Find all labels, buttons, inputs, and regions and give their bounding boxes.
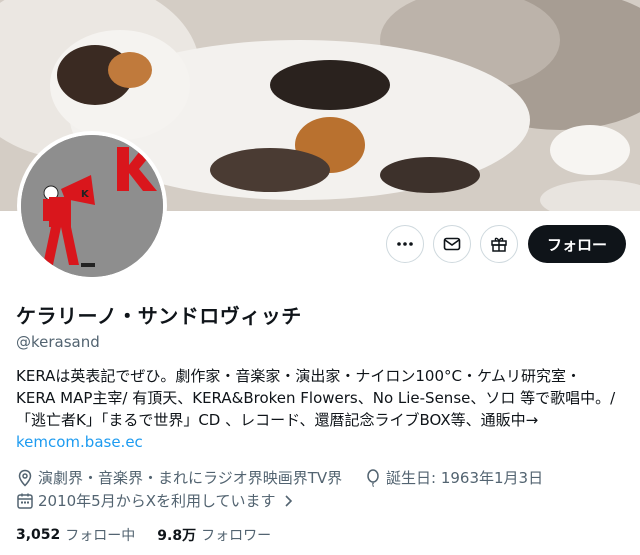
birthday-text: 誕生日: 1963年1月3日 xyxy=(386,469,544,487)
bio-line: 「逃亡者K」「まるで世界」CD 、レコード、還暦記念ライブBOX等、通販中→ xyxy=(16,411,539,429)
svg-text:K: K xyxy=(81,189,90,200)
avatar-image: K xyxy=(21,135,163,277)
display-name: ケラリーノ・サンドロヴィッチ xyxy=(16,304,302,328)
profile-stats: 3,052 フォロー中 9.8万 フォロワー xyxy=(16,525,293,545)
bio-link[interactable]: kemcom.base.ec xyxy=(16,433,143,451)
profile-bio: KERAは英表記でぜひ。劇作家・音楽家・演出家・ナイロン100°C・ケムリ研究室… xyxy=(16,365,628,453)
followers-count: 9.8万 xyxy=(157,528,197,544)
gift-icon xyxy=(491,237,507,252)
following-link[interactable]: 3,052 フォロー中 xyxy=(16,525,135,545)
profile-location: 演劇界・音楽界・まれにラジオ界映画界TV界 xyxy=(16,467,342,488)
location-text: 演劇界・音楽界・まれにラジオ界映画界TV界 xyxy=(38,469,343,487)
more-icon xyxy=(397,242,413,246)
joined-text: 2010年5月からXを利用しています xyxy=(38,492,276,510)
bio-line: KERA MAP主宰/ 有頂天、KERA&Broken Flowers、No L… xyxy=(16,389,616,407)
profile-birthday: 誕生日: 1963年1月3日 xyxy=(364,467,543,488)
following-label: フォロー中 xyxy=(65,528,136,544)
followers-link[interactable]: 9.8万 フォロワー xyxy=(157,525,271,545)
profile-avatar[interactable]: K xyxy=(17,131,167,281)
bio-line: KERAは英表記でぜひ。劇作家・音楽家・演出家・ナイロン100°C・ケムリ研究室… xyxy=(16,367,581,385)
more-button[interactable] xyxy=(386,225,424,263)
location-icon xyxy=(18,469,32,487)
mail-icon xyxy=(443,237,461,251)
profile-joined[interactable]: 2010年5月からXを利用しています xyxy=(16,490,300,511)
follow-button[interactable]: フォロー xyxy=(528,225,626,263)
calendar-icon xyxy=(17,493,33,509)
following-count: 3,052 xyxy=(16,527,61,543)
user-handle: @kerasand xyxy=(16,333,100,351)
message-button[interactable] xyxy=(433,225,471,263)
balloon-icon xyxy=(367,468,379,487)
followers-label: フォロワー xyxy=(201,528,272,544)
gift-button[interactable] xyxy=(480,225,518,263)
chevron-right-icon xyxy=(284,494,292,507)
